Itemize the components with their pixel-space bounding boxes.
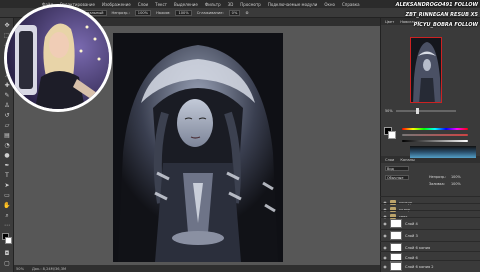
layer-fill-label: Заливка: xyxy=(429,182,445,186)
tab-layers[interactable]: Слои xyxy=(385,158,394,162)
layer-name: Слой 6 копия xyxy=(405,245,431,250)
document-size: Док.: 8,24M/36,3M xyxy=(32,266,67,271)
layer-row[interactable]: ◉ Слой 6 копия 2 xyxy=(380,260,480,272)
saturation-slider[interactable] xyxy=(402,134,468,136)
layer-name: Слой 6 копия 2 xyxy=(405,264,434,269)
visibility-eye-icon[interactable]: ◉ xyxy=(380,264,390,269)
gradient-tool-icon[interactable]: ▤ xyxy=(3,132,11,140)
stamp-tool-icon[interactable]: ♙ xyxy=(3,102,11,110)
document-canvas[interactable] xyxy=(113,33,283,262)
zoom-level[interactable]: 50% xyxy=(16,267,24,271)
quick-mask-icon[interactable]: ◘ xyxy=(3,250,11,258)
menu-3d[interactable]: 3D xyxy=(228,2,234,7)
background-color-swatch[interactable] xyxy=(5,237,12,244)
kind-filter[interactable]: Вид xyxy=(385,166,409,171)
overlay-follow-line-3: PICYU_BOBRA FOLLOW xyxy=(413,22,478,28)
layer-thumbnail xyxy=(390,262,402,271)
shape-tool-icon[interactable]: ▭ xyxy=(3,192,11,200)
flow-label: Нажим: xyxy=(156,10,171,15)
layer-name: Слой 4 xyxy=(405,221,418,226)
navigator-zoom-row: 50% xyxy=(385,108,475,114)
more-tools-icon[interactable]: ⋯ xyxy=(3,222,11,230)
brightness-slider[interactable] xyxy=(402,140,468,142)
layer-opacity-label: Непрозр.: xyxy=(429,175,447,179)
layer-row[interactable]: ◉ Слой 3 xyxy=(380,229,480,241)
menu-layers[interactable]: Слои xyxy=(138,2,148,7)
menu-select[interactable]: Выделение xyxy=(174,2,198,7)
menu-filter[interactable]: Фильтр xyxy=(205,2,221,7)
smoothing-label: Сглаживание: xyxy=(196,10,224,15)
layer-name: Слой 6 xyxy=(405,255,418,260)
color-spectrum[interactable] xyxy=(410,146,476,158)
dodge-tool-icon[interactable]: ● xyxy=(3,152,11,160)
screen-mode-icon[interactable]: ▢ xyxy=(3,260,11,268)
move-tool-icon[interactable]: ✥ xyxy=(3,22,11,30)
menu-view[interactable]: Просмотр xyxy=(240,2,261,7)
menu-window[interactable]: Окно xyxy=(324,2,335,7)
menu-text[interactable]: Текст xyxy=(155,2,167,7)
panel-background-swatch[interactable] xyxy=(388,131,396,139)
tab-channels[interactable]: Каналы xyxy=(400,158,414,162)
webcam-video xyxy=(7,7,109,109)
layer-opacity-value[interactable]: 100% xyxy=(451,175,461,179)
layer-thumbnail xyxy=(390,231,402,240)
path-select-tool-icon[interactable]: ➤ xyxy=(3,182,11,190)
webcam-overlay xyxy=(4,4,112,112)
menu-image[interactable]: Изображение xyxy=(102,2,131,7)
overlay-follow-line-2: ZBT_RINNEGAN RESUB X5 xyxy=(405,12,478,18)
opacity-label: Непрозр.: xyxy=(111,10,130,15)
artwork-illustration xyxy=(113,33,283,262)
navigator-preview[interactable] xyxy=(410,37,442,103)
layer-fill-value[interactable]: 100% xyxy=(451,182,461,186)
menu-plugins[interactable]: Подключаемые модули xyxy=(268,2,318,7)
navigator-zoom-value[interactable]: 50% xyxy=(385,109,393,113)
history-brush-tool-icon[interactable]: ↺ xyxy=(3,112,11,120)
eraser-tool-icon[interactable]: ▱ xyxy=(3,122,11,130)
status-bar: 50% Док.: 8,24M/36,3M xyxy=(14,265,380,272)
brush-tool-icon[interactable]: ✎ xyxy=(3,92,11,100)
blur-tool-icon[interactable]: ◔ xyxy=(3,142,11,150)
navigator-zoom-handle[interactable] xyxy=(415,108,419,114)
visibility-eye-icon[interactable]: ◉ xyxy=(380,233,390,238)
hue-slider[interactable] xyxy=(402,128,468,130)
visibility-eye-icon[interactable]: ◉ xyxy=(380,245,390,250)
visibility-eye-icon[interactable]: ◉ xyxy=(380,221,390,226)
navigator-thumbnail xyxy=(411,38,441,102)
zoom-tool-icon[interactable]: ⌕ xyxy=(3,212,11,220)
smoothing-field[interactable]: 0% xyxy=(228,9,241,16)
blend-mode-select[interactable]: Обычные xyxy=(385,175,409,180)
tab-color[interactable]: Цвет xyxy=(385,20,394,24)
opacity-field[interactable]: 100% xyxy=(134,9,152,16)
layer-row[interactable]: ◉ Слой 4 xyxy=(380,217,480,229)
type-tool-icon[interactable]: T xyxy=(3,172,11,180)
menu-help[interactable]: Справка xyxy=(342,2,360,7)
flow-field[interactable]: 100% xyxy=(175,9,192,16)
pen-tool-icon[interactable]: ✒ xyxy=(3,162,11,170)
settings-gear-icon[interactable]: ⚙ xyxy=(245,11,248,15)
hand-tool-icon[interactable]: ✋ xyxy=(3,202,11,210)
layer-name: Слой 3 xyxy=(405,233,418,238)
navigator-zoom-slider[interactable] xyxy=(395,108,456,114)
overlay-follow-line-1: ALEKSANDROGO491 FOLLOW xyxy=(395,2,478,8)
layer-thumbnail xyxy=(390,219,402,228)
